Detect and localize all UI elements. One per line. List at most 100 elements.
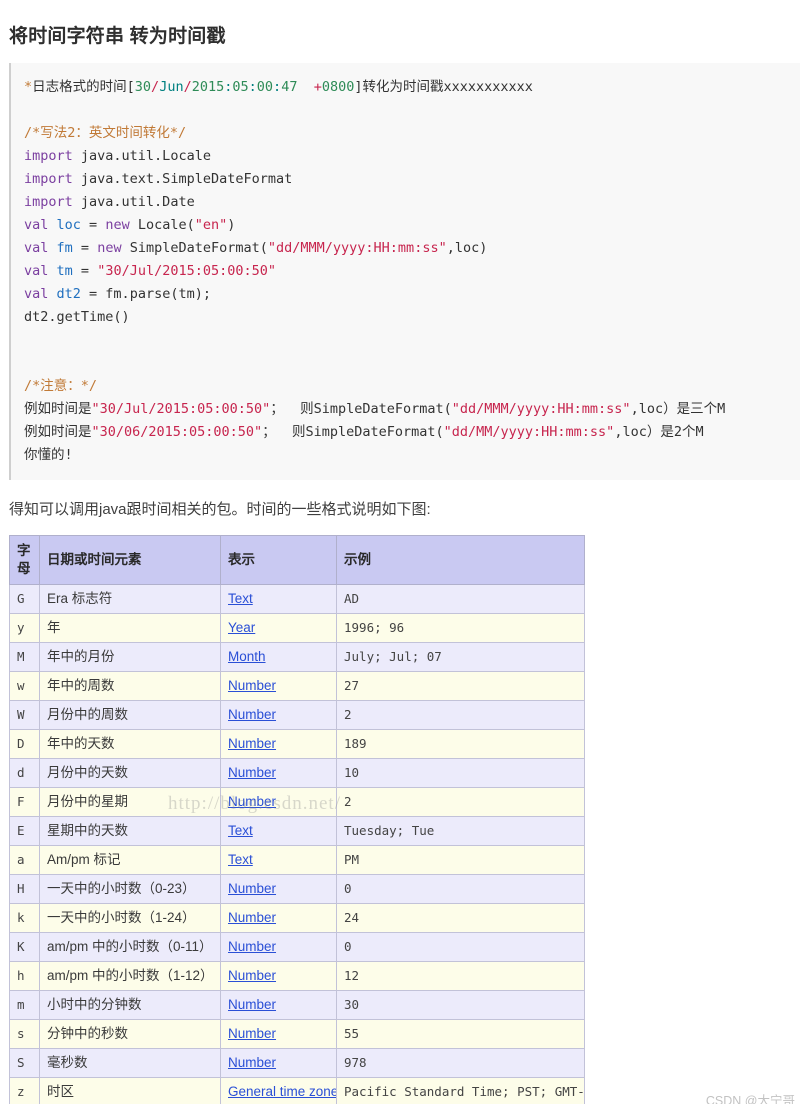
- cell-letter: k: [9, 902, 40, 933]
- cell-representation: General time zone: [220, 1076, 337, 1104]
- representation-link[interactable]: Year: [228, 620, 255, 635]
- cell-description: 小时中的分钟数: [39, 989, 221, 1020]
- cell-letter: d: [9, 757, 40, 788]
- code-token: =: [72, 262, 98, 279]
- code-token: :: [273, 78, 282, 95]
- code-line: *日志格式的时间[30/Jun/2015:05:00:47 +0800]转化为时…: [24, 76, 800, 99]
- code-block: *日志格式的时间[30/Jun/2015:05:00:47 +0800]转化为时…: [9, 62, 800, 480]
- cell-description: 月份中的天数: [39, 757, 221, 788]
- code-line: import java.util.Locale: [24, 145, 800, 168]
- cell-letter: K: [9, 931, 40, 962]
- table-row: Kam/pm 中的小时数（0-11） Number 0: [9, 931, 585, 962]
- code-token: [: [126, 78, 135, 95]
- representation-link[interactable]: Number: [228, 736, 276, 751]
- representation-link[interactable]: Number: [228, 1055, 276, 1070]
- code-token: /*注意：*/: [24, 377, 98, 394]
- representation-link[interactable]: Month: [228, 649, 266, 664]
- cell-letter: H: [9, 873, 40, 904]
- code-line: val loc = new Locale("en"): [24, 214, 800, 237]
- cell-representation: Number: [220, 960, 337, 991]
- cell-description: 月份中的星期: [39, 786, 221, 817]
- cell-description: Era 标志符: [39, 583, 221, 614]
- representation-link[interactable]: General time zone: [228, 1084, 336, 1099]
- representation-link[interactable]: Number: [228, 910, 276, 925]
- cell-letter: z: [9, 1076, 40, 1104]
- cell-description: am/pm 中的小时数（1-12）: [39, 960, 221, 991]
- cell-letter: D: [9, 728, 40, 759]
- cell-example: 189: [336, 728, 585, 759]
- representation-link[interactable]: Text: [228, 591, 253, 606]
- code-token: "en": [194, 216, 228, 233]
- table-body: G Era 标志符 Text AD y 年 Year 1996; 96 M 年中的月份 Month J…: [9, 583, 585, 1104]
- code-token: Locale(: [129, 216, 195, 233]
- code-token: "30/Jul/2015:05:00:50": [91, 400, 271, 417]
- code-line: dt2.getTime(): [24, 306, 800, 329]
- cell-letter: M: [9, 641, 40, 672]
- cell-representation: Number: [220, 989, 337, 1020]
- table-row: H 一天中的小时数（0-23） Number 0: [9, 873, 585, 904]
- representation-link[interactable]: Number: [228, 794, 276, 809]
- col-header-desc: 日期或时间元素: [39, 534, 221, 585]
- table-row: a Am/pm 标记 Text PM: [9, 844, 585, 875]
- code-token: dt2.getTime(): [24, 308, 130, 325]
- cell-letter: G: [9, 583, 40, 614]
- cell-letter: E: [9, 815, 40, 846]
- table-row: W 月份中的周数 Number 2: [9, 699, 585, 730]
- representation-link[interactable]: Number: [228, 678, 276, 693]
- representation-link[interactable]: Number: [228, 881, 276, 896]
- cell-description: 时区: [39, 1076, 221, 1104]
- cell-description: 毫秒数: [39, 1047, 221, 1078]
- representation-link[interactable]: Number: [228, 939, 276, 954]
- cell-example: 978: [336, 1047, 585, 1078]
- cell-example: AD: [336, 583, 585, 614]
- table-row: z 时区 General time zone Pacific Standard Tim…: [9, 1076, 585, 1104]
- code-token: = fm.parse(tm);: [80, 285, 211, 302]
- cell-representation: Number: [220, 757, 337, 788]
- code-token: new: [105, 216, 130, 233]
- col-header-repr: 表示: [220, 534, 337, 585]
- cell-representation: Month: [220, 641, 337, 672]
- cell-letter: F: [9, 786, 40, 817]
- table-row: E 星期中的天数 Text Tuesday; Tue: [9, 815, 585, 846]
- cell-example: July; Jul; 07: [336, 641, 585, 672]
- code-token: fm: [56, 239, 73, 256]
- col-header-letter: 字母: [9, 534, 40, 585]
- representation-link[interactable]: Text: [228, 852, 253, 867]
- code-token: val: [24, 239, 49, 256]
- code-token: tm: [56, 262, 73, 279]
- representation-link[interactable]: Number: [228, 968, 276, 983]
- representation-link[interactable]: Number: [228, 997, 276, 1012]
- cell-representation: Number: [220, 931, 337, 962]
- table-row: F 月份中的星期 Number 2: [9, 786, 585, 817]
- cell-description: Am/pm 标记: [39, 844, 221, 875]
- table-row: m 小时中的分钟数 Number 30: [9, 989, 585, 1020]
- representation-link[interactable]: Text: [228, 823, 253, 838]
- code-token: import: [24, 147, 73, 164]
- code-line: /*写法2：英文时间转化*/: [24, 122, 800, 145]
- cell-letter: s: [9, 1018, 40, 1049]
- code-line: val fm = new SimpleDateFormat("dd/MMM/yy…: [24, 237, 800, 260]
- code-token: =: [80, 216, 106, 233]
- code-line: /*注意：*/: [24, 375, 800, 398]
- representation-link[interactable]: Number: [228, 1026, 276, 1041]
- code-line: val tm = "30/Jul/2015:05:00:50": [24, 260, 800, 283]
- code-token: import: [24, 193, 73, 210]
- cell-example: 0: [336, 931, 585, 962]
- table-row: d 月份中的天数 Number 10: [9, 757, 585, 788]
- cell-representation: Number: [220, 670, 337, 701]
- code-token: dt2: [56, 285, 81, 302]
- representation-link[interactable]: Number: [228, 765, 276, 780]
- cell-example: Tuesday; Tue: [336, 815, 585, 846]
- cell-representation: Year: [220, 612, 337, 643]
- code-token: java.util.Date: [72, 193, 195, 210]
- code-line: 你懂的!: [24, 444, 800, 467]
- representation-link[interactable]: Number: [228, 707, 276, 722]
- table-row: M 年中的月份 Month July; Jul; 07: [9, 641, 585, 672]
- table-row: y 年 Year 1996; 96: [9, 612, 585, 643]
- cell-description: 年中的月份: [39, 641, 221, 672]
- code-token: "dd/MMM/yyyy:HH:mm:ss": [267, 239, 447, 256]
